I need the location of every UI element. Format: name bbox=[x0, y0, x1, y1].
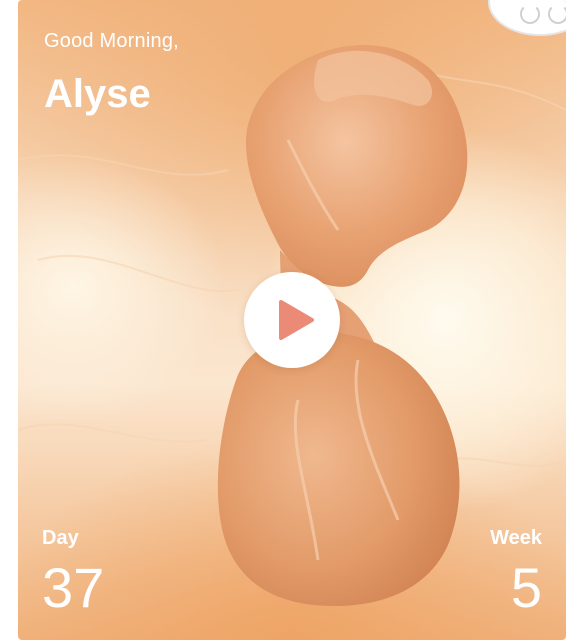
play-button[interactable] bbox=[244, 272, 340, 368]
play-icon bbox=[279, 300, 314, 340]
user-name: Alyse bbox=[44, 72, 151, 116]
badge-eye-left-icon bbox=[520, 4, 540, 24]
day-label: Day bbox=[42, 527, 79, 549]
week-hero-card: Good Morning, Alyse Day 37 Week 5 bbox=[18, 0, 566, 640]
greeting-text: Good Morning, bbox=[44, 30, 179, 52]
week-label: Week bbox=[490, 527, 542, 549]
day-value: 37 bbox=[42, 556, 105, 619]
badge-eye-right-icon bbox=[548, 4, 566, 24]
week-value: 5 bbox=[510, 556, 542, 619]
